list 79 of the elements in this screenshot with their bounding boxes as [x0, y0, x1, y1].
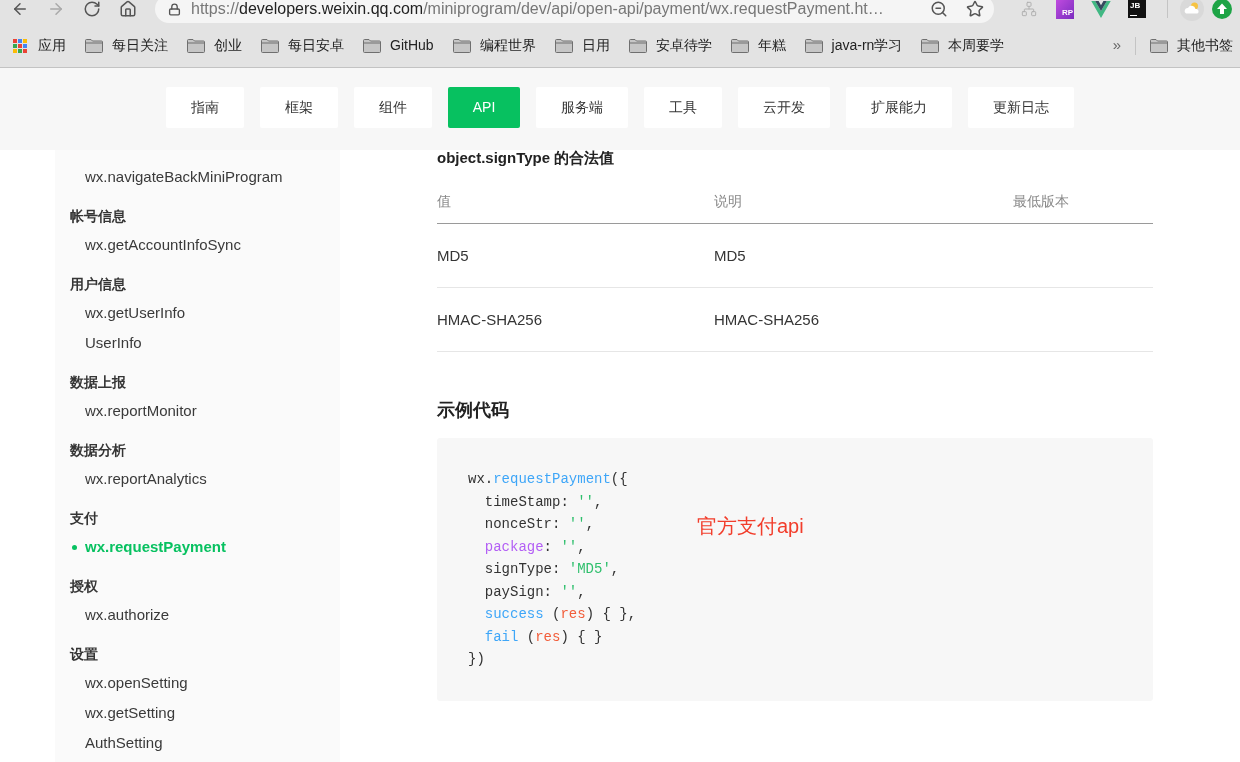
- bookmark-folder[interactable]: 日用: [554, 35, 610, 56]
- bookmark-folder[interactable]: 每日安卓: [261, 35, 344, 56]
- bookmark-folder[interactable]: 创业: [187, 35, 242, 56]
- code-line: timeStamp: '',: [484, 492, 603, 512]
- sidebar-link[interactable]: wx.reportAnalytics: [85, 467, 207, 491]
- annotation-text: 官方支付api: [697, 514, 804, 539]
- folder-icon: [85, 38, 103, 53]
- bookmark-folder[interactable]: 年糕: [730, 35, 786, 56]
- folder-icon: [730, 38, 749, 53]
- sidebar-heading: 帐号信息: [70, 206, 126, 226]
- folder-icon: [452, 38, 471, 53]
- folder-icon: [804, 38, 823, 53]
- sidebar-heading: 设置: [70, 644, 98, 664]
- table-header-cell: 最低版本: [1013, 192, 1069, 209]
- v-logo-icon[interactable]: [1091, 0, 1111, 18]
- code-line: package: '',: [484, 537, 586, 557]
- folder-icon: [187, 38, 205, 53]
- sidebar-link[interactable]: wx.getAccountInfoSync: [85, 233, 241, 257]
- sidebar-link[interactable]: UserInfo: [85, 331, 142, 355]
- table-header-cell: 说明: [714, 192, 742, 209]
- folder-icon: [363, 38, 381, 53]
- code-line: success (res) { },: [484, 605, 637, 624]
- nav-tab[interactable]: 云开发: [738, 87, 831, 128]
- sidebar-heading: 数据分析: [70, 440, 126, 460]
- table-cell: MD5: [437, 246, 469, 264]
- extension-button[interactable]: JB: [1128, 0, 1146, 18]
- star-icon[interactable]: [966, 0, 984, 18]
- sidebar-heading: 数据上报: [70, 372, 126, 392]
- apps-bookmark[interactable]: 应用: [13, 35, 66, 56]
- code-line: nonceStr: '',: [484, 515, 595, 534]
- bookmark-folder[interactable]: 编程世界: [452, 35, 536, 56]
- table-caption: object.signType 的合法值: [437, 147, 615, 168]
- sidebar-link[interactable]: wx.reportMonitor: [85, 399, 197, 423]
- bookmark-folder[interactable]: 安卓待学: [628, 35, 712, 56]
- sidebar-link[interactable]: wx.navigateBackMiniProgram: [85, 165, 283, 189]
- nav-tab[interactable]: 框架: [259, 87, 338, 128]
- sidebar-link[interactable]: AuthSetting: [85, 731, 163, 755]
- lock-icon: [168, 2, 181, 16]
- nav-tab[interactable]: 组件: [353, 87, 432, 128]
- nav-tab[interactable]: 工具: [644, 87, 723, 128]
- bookmark-folder[interactable]: java-rn学习: [804, 35, 903, 56]
- sidebar-link[interactable]: wx.authorize: [85, 603, 170, 627]
- table-cell: HMAC-SHA256: [437, 310, 543, 328]
- sidebar-link[interactable]: wx.openSetting: [85, 671, 188, 695]
- apps-grid-icon: [13, 38, 27, 53]
- nav-tab[interactable]: 更新日志: [968, 87, 1075, 128]
- extension-button[interactable]: RP: [1056, 0, 1074, 19]
- reload-icon[interactable]: [83, 0, 101, 18]
- url-text: https://developers.weixin.qq.com/miniprogram/dev/api/open-api/payment/wx.requestPayment.ht…: [191, 0, 885, 19]
- nav-tab[interactable]: 扩展能力: [846, 87, 953, 128]
- bookmark-folder[interactable]: 每日关注: [85, 35, 168, 56]
- folder-icon: [1150, 38, 1168, 53]
- more-bookmarks[interactable]: »: [1112, 34, 1121, 57]
- sidebar-heading: 授权: [70, 576, 98, 596]
- sidebar-link[interactable]: wx.getUserInfo: [85, 301, 186, 325]
- code-line: signType: 'MD5',: [484, 560, 620, 579]
- nav-tab[interactable]: 服务端: [536, 87, 629, 128]
- address-bar[interactable]: https://developers.weixin.qq.com/miniprogram/dev/api/open-api/payment/wx.requestPayment.ht…: [155, 0, 994, 23]
- sidebar-heading: 用户信息: [70, 274, 126, 294]
- sidebar-heading: 支付: [70, 508, 98, 528]
- folder-icon: [921, 38, 940, 53]
- table-header-cell: 值: [437, 192, 451, 209]
- table-cell: HMAC-SHA256: [714, 310, 820, 328]
- folder-icon: [628, 38, 647, 53]
- nav-tab[interactable]: 指南: [165, 87, 244, 128]
- code-line: paySign: '',: [484, 582, 586, 602]
- sidebar-link[interactable]: wx.getSetting: [85, 701, 176, 725]
- bookmark-folder[interactable]: 其他书签: [1150, 35, 1233, 56]
- code-line: }): [468, 650, 485, 669]
- code-line: fail (res) { }: [484, 627, 603, 647]
- table-cell: MD5: [714, 246, 746, 264]
- bookmark-folder[interactable]: GitHub: [363, 35, 434, 56]
- home-icon[interactable]: [119, 0, 137, 18]
- code-line: wx.requestPayment({: [468, 470, 628, 489]
- section-heading: 示例代码: [437, 398, 509, 422]
- zoom-out-icon[interactable]: [930, 0, 948, 18]
- folder-icon: [261, 38, 279, 53]
- bookmark-folder[interactable]: 本周要学: [921, 35, 1005, 56]
- folder-icon: [554, 38, 573, 53]
